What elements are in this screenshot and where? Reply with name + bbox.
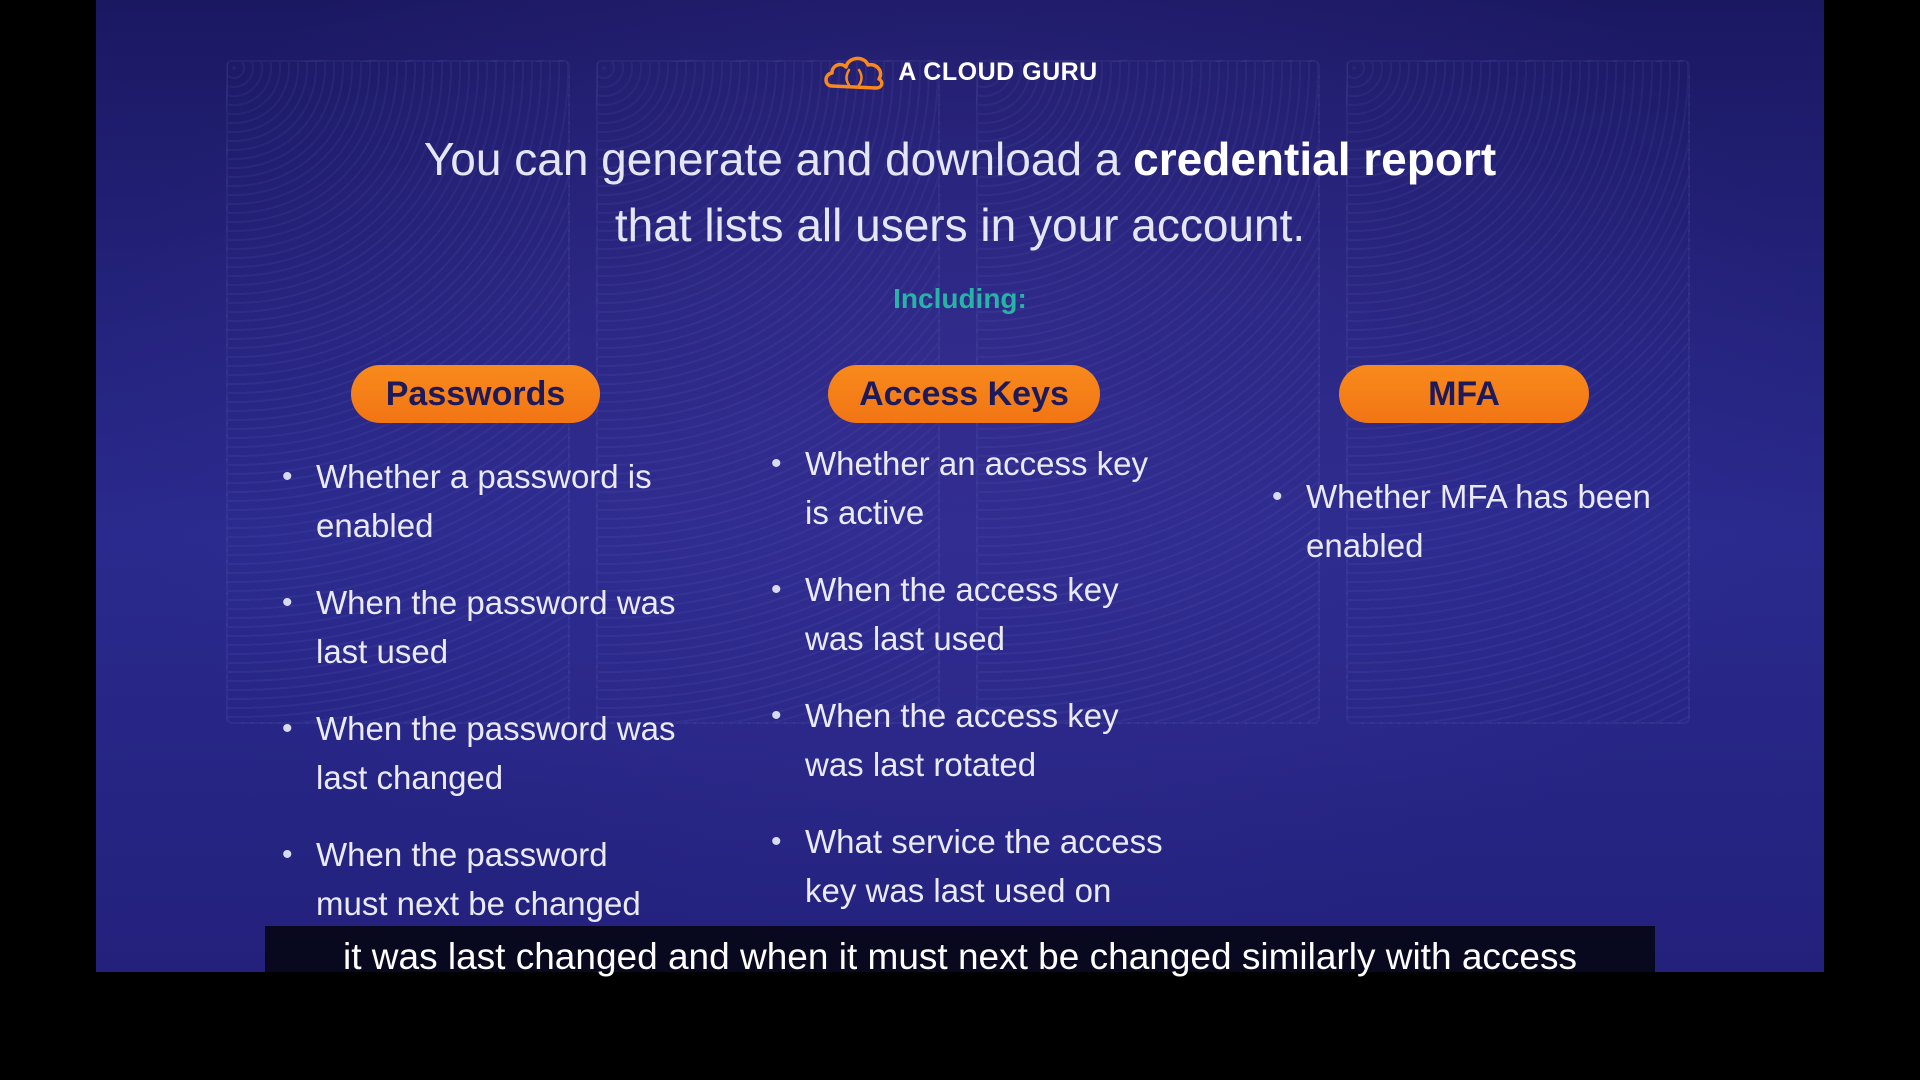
brand-logo: A CLOUD GURU <box>96 52 1824 92</box>
bullet-icon: • <box>771 699 782 732</box>
list-item: • Whether MFA has been enabled <box>1272 472 1672 570</box>
list-item-text: Whether an access key is active <box>805 445 1148 531</box>
list-item-text: When the access key was last rotated <box>805 697 1119 783</box>
list-item: • What service the access key was last us… <box>771 817 1171 915</box>
bullet-icon: • <box>771 573 782 606</box>
list-item-text: Whether MFA has been enabled <box>1306 478 1651 564</box>
bullet-icon: • <box>282 586 293 619</box>
bullet-icon: • <box>282 838 293 871</box>
list-item-text: When the password must next be changed <box>316 836 641 922</box>
bullet-icon: • <box>771 825 782 858</box>
headline-line-1: You can generate and download a credenti… <box>96 126 1824 192</box>
list-item: • When the password was last used <box>282 578 682 676</box>
bullet-icon: • <box>1272 480 1283 513</box>
list-item: • Whether a password is enabled <box>282 452 682 550</box>
mfa-list: • Whether MFA has been enabled <box>1272 472 1672 598</box>
bullet-icon: • <box>282 460 293 493</box>
list-item-text: When the access key was last used <box>805 571 1119 657</box>
mfa-pill: MFA <box>1339 365 1589 423</box>
access-keys-pill: Access Keys <box>828 365 1100 423</box>
list-item-text: What service the access key was last use… <box>805 823 1163 909</box>
list-item-text: When the password was last changed <box>316 710 676 796</box>
slide-headline: You can generate and download a credenti… <box>96 126 1824 258</box>
bullet-icon: • <box>771 447 782 480</box>
list-item-text: Whether a password is enabled <box>316 458 652 544</box>
list-item: • When the password was last changed <box>282 704 682 802</box>
list-item: • When the password must next be changed <box>282 830 682 928</box>
list-item-text: When the password was last used <box>316 584 676 670</box>
list-item: • When the access key was last rotated <box>771 691 1171 789</box>
passwords-pill: Passwords <box>351 365 600 423</box>
headline-part-1: You can generate and download a <box>423 133 1134 185</box>
access-keys-list: • Whether an access key is active • When t… <box>771 439 1171 943</box>
list-item: • When the access key was last used <box>771 565 1171 663</box>
passwords-list: • Whether a password is enabled • When the… <box>282 452 682 956</box>
list-item: • Whether an access key is active <box>771 439 1171 537</box>
headline-bold-term: credential report <box>1133 133 1497 185</box>
video-slide: A CLOUD GURU You can generate and downlo… <box>96 0 1824 972</box>
headline-line-2: that lists all users in your account. <box>614 199 1306 251</box>
including-label: Including: <box>893 283 1027 314</box>
subtitle-caption: it was last changed and when it must nex… <box>265 926 1655 988</box>
cloud-logo-icon <box>822 52 886 92</box>
brand-name: A CLOUD GURU <box>898 57 1098 86</box>
bullet-icon: • <box>282 712 293 745</box>
